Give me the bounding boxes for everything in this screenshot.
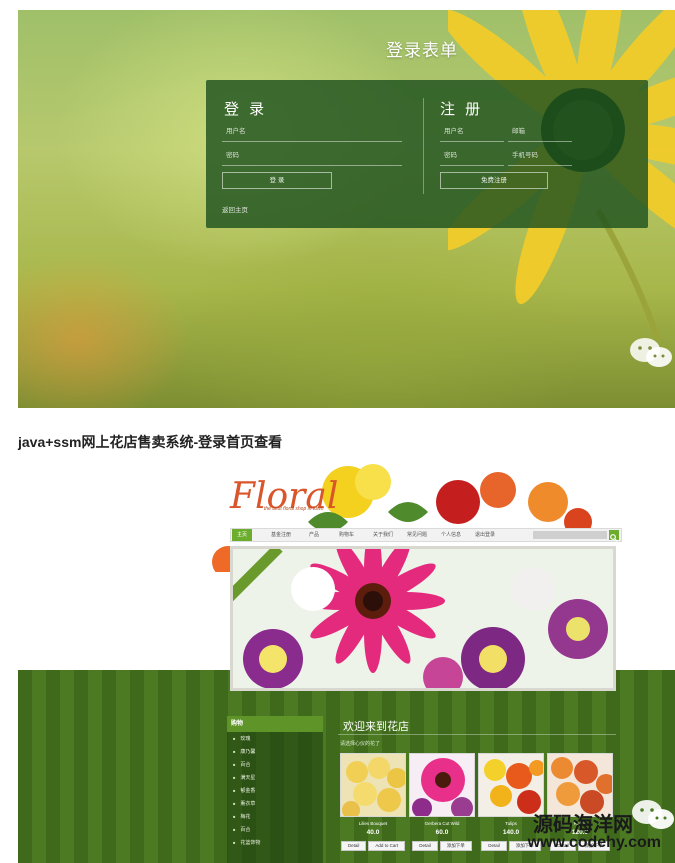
login-username-input[interactable]: 用户名 <box>222 124 402 142</box>
login-button[interactable]: 登 录 <box>222 172 332 189</box>
detail-button[interactable]: Detail <box>481 841 507 851</box>
product-image[interactable] <box>340 753 406 817</box>
sidebar-title: 购物 <box>227 716 323 732</box>
product-card: Gerbera Cut Wild 60.0 Detail 添加下单 <box>409 753 475 863</box>
login-section: 登 录 用户名 密码 登 录 返回主页 <box>222 80 404 228</box>
back-home-link[interactable]: 返回主页 <box>222 204 248 214</box>
detail-button[interactable]: Detail <box>340 841 367 851</box>
sidebar-item[interactable]: 郁金香 <box>227 784 323 797</box>
product-actions: Detail 添加下单 <box>409 841 475 851</box>
watermark-title: 源码海洋网 <box>533 814 633 836</box>
add-to-cart-button[interactable]: 添加下单 <box>439 841 472 851</box>
detail-button[interactable]: Detail <box>412 841 438 851</box>
sidebar-item[interactable]: 玫瑰 <box>227 732 323 745</box>
sidebar-item[interactable]: 梅花 <box>227 810 323 823</box>
nav-item-home[interactable]: 主页 <box>232 529 253 541</box>
search-button[interactable] <box>609 530 619 542</box>
product-price: 60.0 <box>435 829 449 836</box>
category-sidebar: 购物 玫瑰 康乃馨 百合 满天星 郁金香 薰衣草 梅花 百合 花篮饰物 <box>227 716 323 863</box>
sidebar-item[interactable]: 薰衣草 <box>227 797 323 810</box>
logo-tagline: the best floral shop in town <box>264 506 324 512</box>
product-image[interactable] <box>409 753 475 817</box>
roses-yellow-image <box>341 754 405 816</box>
product-name: Lilies Bouquet <box>358 821 388 826</box>
sidebar-item[interactable]: 百合 <box>227 758 323 771</box>
form-title: 登录表单 <box>386 41 458 60</box>
section-caption: java+ssm网上花店售卖系统-登录首页查看 <box>18 434 283 450</box>
product-price: 40.0 <box>366 829 380 836</box>
sidebar-item[interactable]: 康乃馨 <box>227 745 323 758</box>
hero-flowers-image <box>233 549 613 688</box>
register-username-input[interactable]: 用户名 <box>440 124 504 142</box>
welcome-divider <box>338 734 616 735</box>
welcome-title: 欢迎来到花店 <box>343 721 409 733</box>
main-navbar: 主页 基金注册 产品 购物车 关于我们 常见问题 个人信息 退出登录 <box>230 528 622 542</box>
nav-item-about[interactable]: 关于我们 <box>373 529 393 541</box>
wechat-icon <box>632 800 674 829</box>
register-button[interactable]: 免费注册 <box>440 172 548 189</box>
sidebar-item[interactable]: 花篮饰物 <box>227 836 323 849</box>
wechat-icon <box>630 338 672 367</box>
nav-item-register[interactable]: 基金注册 <box>271 529 291 541</box>
register-heading: 注 册 <box>440 101 484 118</box>
sidebar-item[interactable]: 百合 <box>227 823 323 836</box>
login-heading: 登 录 <box>224 101 268 118</box>
login-panel: 登 录 用户名 密码 登 录 返回主页 注 册 用户名 邮箱 密码 手机号码 免… <box>206 80 648 228</box>
login-page-screenshot: 登录表单 登 录 用户名 密码 登 录 返回主页 注 册 用户名 邮箱 密码 手… <box>18 10 675 408</box>
register-phone-input[interactable]: 手机号码 <box>508 148 572 166</box>
search-input[interactable] <box>533 531 607 539</box>
register-email-input[interactable]: 邮箱 <box>508 124 572 142</box>
product-name: Gerbera Cut Wild <box>424 821 460 826</box>
watermark-url: www.codehy.com <box>527 834 661 851</box>
sidebar-item[interactable]: 满天星 <box>227 771 323 784</box>
nav-item-profile[interactable]: 个人信息 <box>441 529 461 541</box>
gerbera-pink-image <box>410 754 474 816</box>
register-section: 注 册 用户名 邮箱 密码 手机号码 免费注册 <box>440 80 640 228</box>
search-icon <box>610 534 618 542</box>
product-card: Lilies Bouquet 40.0 Detail Add to Cart <box>340 753 406 863</box>
add-to-cart-button[interactable]: Add to Cart <box>368 841 406 851</box>
nav-item-products[interactable]: 产品 <box>309 529 319 541</box>
welcome-subtitle: 请选择心仪的花了 <box>340 741 381 747</box>
nav-item-logout[interactable]: 退出登录 <box>475 529 495 541</box>
hero-banner <box>230 546 616 691</box>
nav-item-cart[interactable]: 购物车 <box>339 529 354 541</box>
nav-item-faq[interactable]: 常见问题 <box>407 529 427 541</box>
login-password-input[interactable]: 密码 <box>222 148 402 166</box>
product-actions: Detail Add to Cart <box>340 841 406 851</box>
register-password-input[interactable]: 密码 <box>440 148 504 166</box>
panel-divider <box>423 98 424 194</box>
storefront-screenshot: Floral the best floral shop in town 主页 基… <box>18 462 675 863</box>
